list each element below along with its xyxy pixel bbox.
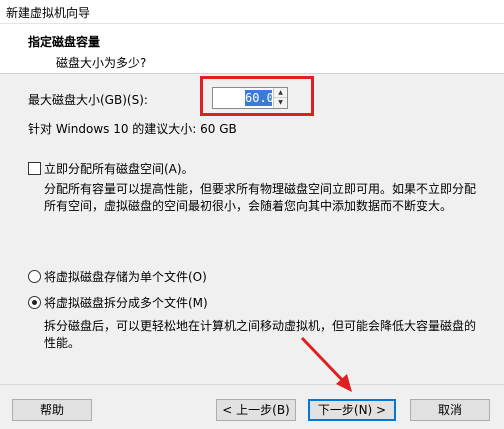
single-file-radio[interactable]: [28, 270, 41, 283]
recommended-size-text: 针对 Windows 10 的建议大小: 60 GB: [28, 122, 237, 136]
multi-file-label[interactable]: 将虚拟磁盘拆分成多个文件(M): [44, 294, 208, 311]
allocate-all-checkbox[interactable]: [28, 162, 41, 175]
multi-file-radio[interactable]: [28, 296, 41, 309]
wizard-header: 指定磁盘容量 磁盘大小为多少?: [0, 24, 504, 74]
help-button[interactable]: 帮助: [12, 399, 92, 421]
wizard-footer: 帮助 < 上一步(B) 下一步(N) > 取消: [0, 384, 504, 429]
multi-file-description: 拆分磁盘后，可以更轻松地在计算机之间移动虚拟机，但可能会降低大容量磁盘的性能。: [44, 319, 477, 350]
allocate-description: 分配所有容量可以提高性能，但要求所有物理磁盘空间立即可用。如果不立即分配所有空间…: [44, 182, 477, 213]
highlight-box: [200, 76, 314, 116]
back-button[interactable]: < 上一步(B): [216, 399, 296, 421]
allocate-all-label[interactable]: 立即分配所有磁盘空间(A)。: [44, 160, 194, 177]
single-file-label[interactable]: 将虚拟磁盘存储为单个文件(O): [44, 268, 207, 285]
window-title: 新建虚拟机向导: [6, 6, 91, 20]
max-disk-size-label: 最大磁盘大小(GB)(S):: [28, 93, 148, 107]
page-subtitle: 磁盘大小为多少?: [56, 56, 147, 70]
wizard-content: 最大磁盘大小(GB)(S): 60.0 ▲ ▼ 针对 Windows 10 的建…: [0, 74, 504, 384]
cancel-button[interactable]: 取消: [410, 399, 490, 421]
radio-selected-dot: [32, 300, 37, 305]
next-button[interactable]: 下一步(N) >: [308, 399, 396, 421]
title-bar: 新建虚拟机向导: [0, 0, 504, 24]
page-title: 指定磁盘容量: [28, 35, 101, 49]
